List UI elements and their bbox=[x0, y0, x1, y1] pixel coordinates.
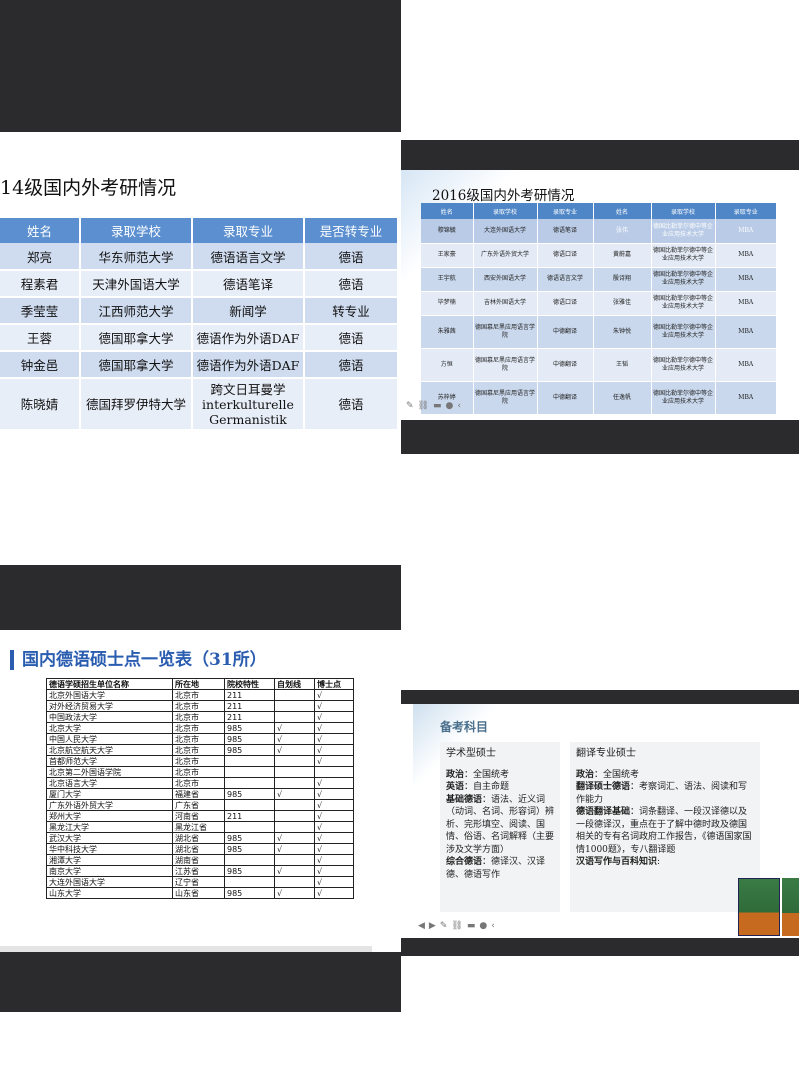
book-cover-image bbox=[738, 878, 780, 936]
link-icon[interactable]: ⛓ bbox=[451, 921, 462, 931]
prev-icon[interactable]: ◀ bbox=[418, 921, 425, 931]
book-cover-image bbox=[782, 878, 799, 936]
col-header: 是否转专业 bbox=[304, 218, 399, 243]
back-icon[interactable]: ‹ bbox=[457, 401, 461, 411]
table-row: 广东外语外贸大学 广东省 √ bbox=[46, 799, 354, 811]
table-row: 北京第二外国语学院 北京市 bbox=[46, 766, 354, 778]
table-row: 苏梓婷 德国慕尼黑应用语言学院 中德翻译 任逸帆 德国比勒菲尔德中等企业应用技术大学 MB… bbox=[421, 381, 777, 415]
table-row: 季莹莹 江西师范大学 新闻学 转专业 bbox=[0, 297, 399, 325]
table-row: 钟金邑 德国耶拿大学 德语作为外语DAF 德语 bbox=[0, 351, 399, 379]
table-row: 王蓉 德国耶拿大学 德语作为外语DAF 德语 bbox=[0, 324, 399, 352]
table-row: 穆锦毓 大连外国语大学 德语笔译 张伟 德国比勒菲尔德中等企业应用技术大学 MBA bbox=[421, 219, 777, 244]
table-row: 山东大学 山东省 985 √ √ bbox=[46, 887, 354, 899]
table-row: 中国政法大学 北京市 211 √ bbox=[46, 711, 354, 723]
table-row: 陈晓婧 德国拜罗伊特大学 跨文日耳曼学 interkulturelle Germ… bbox=[0, 378, 399, 431]
col-header: 录取学校 bbox=[80, 218, 193, 243]
dark-bar bbox=[401, 140, 799, 170]
major-cell: 跨文日耳曼学 interkulturelle Germanistik bbox=[192, 378, 305, 431]
admissions-table-14: 姓名 录取学校 录取专业 是否转专业 郑亮 华东师范大学 德语语言文学 德语 程素君天… bbox=[0, 218, 399, 431]
pen-icon[interactable]: ✎ bbox=[440, 921, 448, 931]
admissions-table-2016: 姓名 录取学校 录取专业 姓名 录取学校 录取专业 穆锦毓 大连外国语大学 德语笔译… bbox=[421, 203, 777, 415]
dark-bar bbox=[0, 952, 401, 1012]
table-row: 对外经济贸易大学 北京市 211 √ bbox=[46, 700, 354, 712]
dark-bar bbox=[401, 690, 799, 704]
table-row: 华中科技大学 湖北省 985 √ √ bbox=[46, 843, 354, 855]
dark-bar bbox=[401, 938, 799, 956]
dark-bar bbox=[0, 565, 401, 630]
table-row: 王家豪 广东外语外贸大学 德语口译 黄蔚嘉 德国比勒菲尔德中等企业应用技术大学 MBA bbox=[421, 243, 777, 268]
col-header: 录取专业 bbox=[192, 218, 305, 243]
table-row: 朱雅茜 德国慕尼黑应用语言学院 中德翻译 朱钟悦 德国比勒菲尔德中等企业应用技术大学 MB… bbox=[421, 315, 777, 349]
dark-bar bbox=[0, 0, 401, 132]
slide-toolbar: ✎ ⛓ ▬ ● ‹ bbox=[406, 399, 461, 413]
slide-title: 国内德语硕士点一览表（31所） bbox=[10, 650, 267, 670]
video-icon[interactable]: ▬ bbox=[433, 401, 442, 411]
slide-title: 2016级国内外考研情况 bbox=[432, 188, 575, 204]
table-row: 黑龙江大学 黑龙江省 √ bbox=[46, 821, 354, 833]
pen-icon[interactable]: ✎ bbox=[406, 401, 414, 411]
table-row: 首都师范大学 北京市 √ bbox=[46, 755, 354, 767]
link-icon[interactable]: ⛓ bbox=[418, 401, 429, 411]
table-row: 程素君 天津外国语大学 德语笔译 德语 bbox=[0, 270, 399, 298]
dark-bar bbox=[401, 420, 799, 454]
translation-master-box: 翻译专业硕士 政治：全国统考 翻译硕士德语：考察词汇、语法、阅读和写作能力 德语… bbox=[570, 742, 760, 912]
section-heading: 备考科目 bbox=[440, 720, 489, 734]
table-row: 北京航空航天大学 北京市 985 √ √ bbox=[46, 744, 354, 756]
back-icon[interactable]: ‹ bbox=[491, 921, 495, 931]
record-icon[interactable]: ● bbox=[446, 401, 454, 411]
master-programs-table: 德语学硕招生单位名称 所在地 院校特性 自划线 博士点 北京外国语大学 北京市 21… bbox=[46, 678, 354, 899]
table-row: 南京大学 江苏省 985 √ √ bbox=[46, 865, 354, 877]
table-row: 武汉大学 湖北省 985 √ √ bbox=[46, 832, 354, 844]
table-row: 湘潭大学 湖南省 √ bbox=[46, 854, 354, 866]
slide-bottom-shadow bbox=[0, 946, 372, 952]
table-row: 郑州大学 河南省 211 √ bbox=[46, 810, 354, 822]
table-row: 北京大学 北京市 985 √ √ bbox=[46, 722, 354, 734]
table-row: 郑亮 华东师范大学 德语语言文学 德语 bbox=[0, 243, 399, 271]
video-icon[interactable]: ▬ bbox=[467, 921, 476, 931]
table-row: 北京外国语大学 北京市 211 √ bbox=[46, 689, 354, 701]
record-icon[interactable]: ● bbox=[479, 921, 487, 931]
slide-title: 14级国内外考研情况 bbox=[0, 177, 177, 199]
academic-master-box: 学术型硕士 政治：全国统考 英语：自主命题 基础德语：语法、近义词（动词、名词、… bbox=[440, 742, 560, 912]
slide-toolbar: ◀ ▶ ✎ ⛓ ▬ ● ‹ bbox=[418, 919, 495, 933]
table-row: 北京语言大学 北京市 √ bbox=[46, 777, 354, 789]
next-icon[interactable]: ▶ bbox=[429, 921, 436, 931]
table-row: 方恒 德国慕尼黑应用语言学院 中德翻译 王韬 德国比勒菲尔德中等企业应用技术大学 MBA bbox=[421, 348, 777, 382]
col-header: 姓名 bbox=[0, 218, 81, 243]
table-row: 王宇航 西安外国语大学 德语语言文学 殷诗翔 德国比勒菲尔德中等企业应用技术大学 MBA bbox=[421, 267, 777, 292]
table-row: 厦门大学 福建省 985 √ √ bbox=[46, 788, 354, 800]
table-row: 大连外国语大学 辽宁省 √ bbox=[46, 876, 354, 888]
table-row: 毕梦楠 吉林外国语大学 德语口译 张雅佳 德国比勒菲尔德中等企业应用技术大学 MBA bbox=[421, 291, 777, 316]
table-row: 中国人民大学 北京市 985 √ √ bbox=[46, 733, 354, 745]
